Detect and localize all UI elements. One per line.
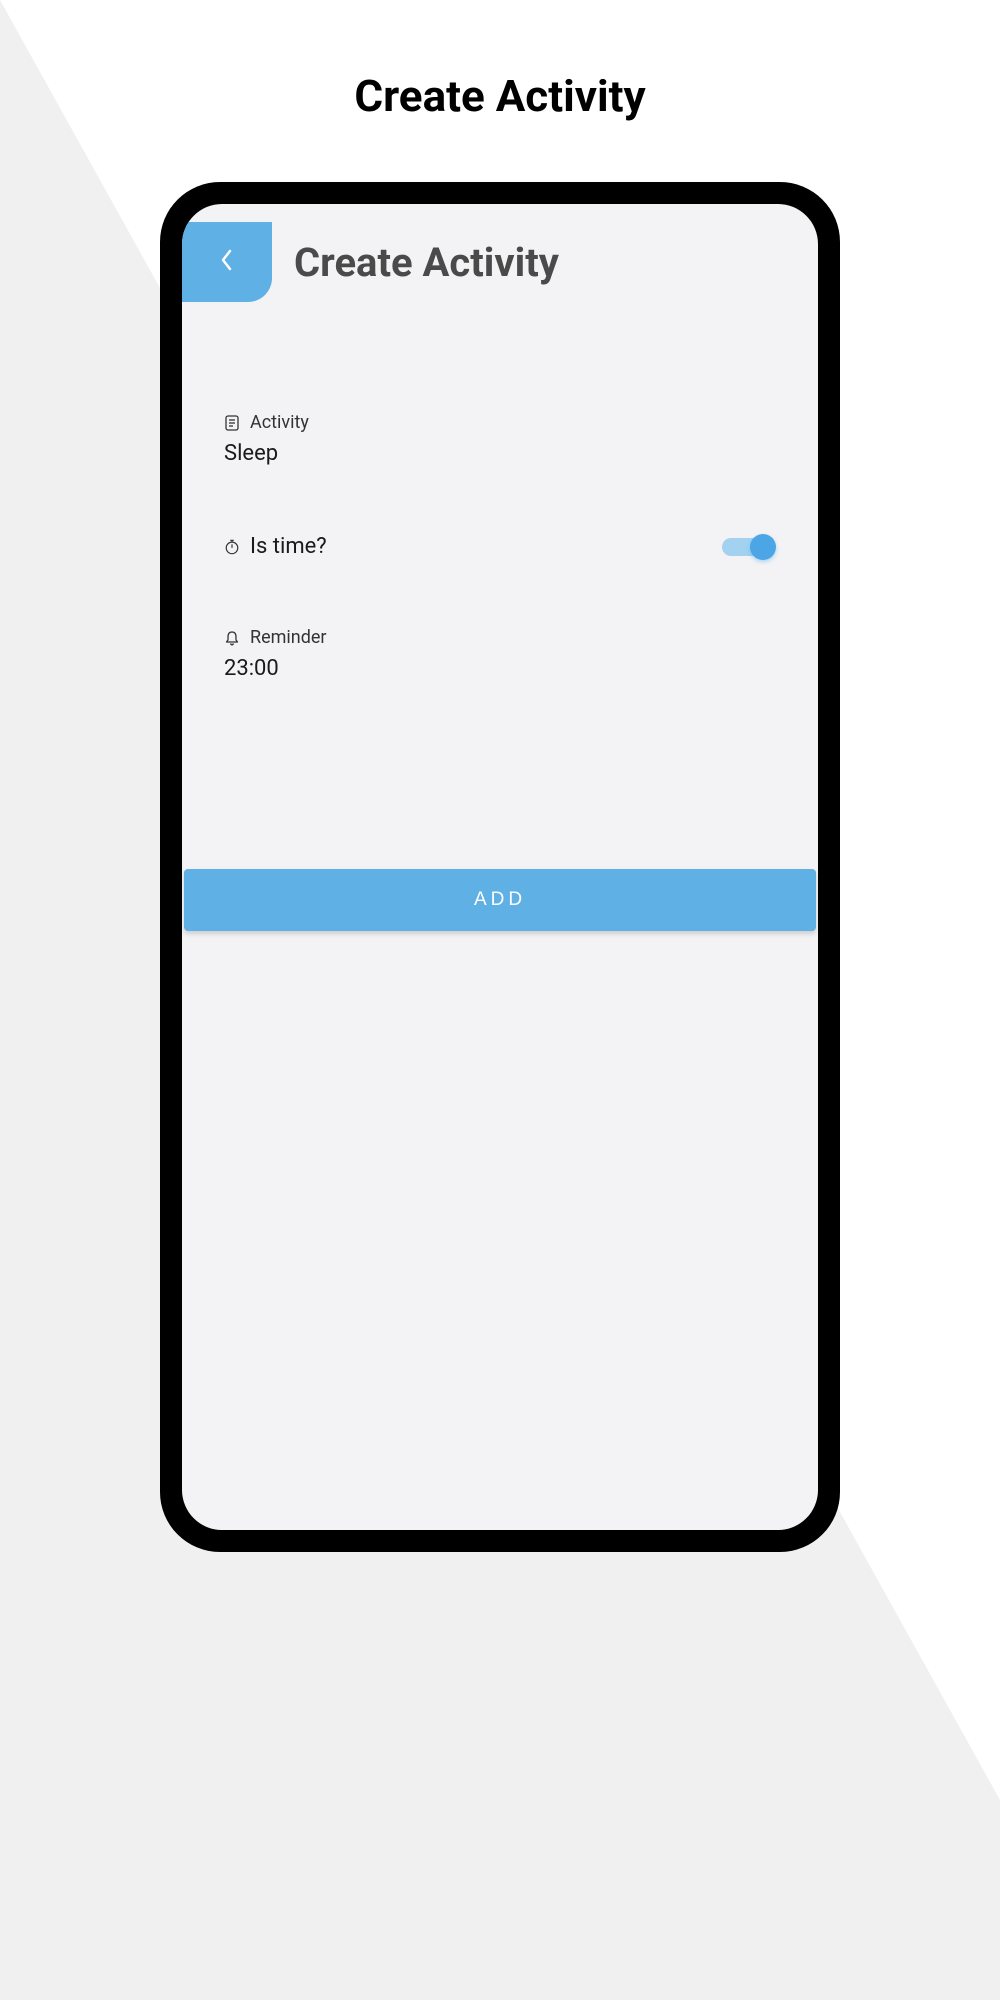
page-outer-title: Create Activity — [0, 0, 1000, 122]
add-button[interactable]: ADD — [184, 869, 816, 931]
activity-value: Sleep — [224, 441, 776, 466]
is-time-label-row: Is time? — [224, 534, 327, 559]
reminder-label-row: Reminder — [224, 627, 776, 648]
is-time-label: Is time? — [250, 534, 327, 559]
is-time-row: Is time? — [224, 534, 776, 559]
phone-screen: Create Activity Activity Sl — [182, 204, 818, 1530]
chevron-left-icon — [220, 248, 234, 276]
activity-field[interactable]: Activity Sleep — [224, 412, 776, 466]
stopwatch-icon — [224, 539, 240, 555]
form-content: Activity Sleep Is time? — [182, 302, 818, 681]
app-header: Create Activity — [182, 204, 818, 302]
back-button[interactable] — [182, 222, 272, 302]
reminder-value: 23:00 — [224, 656, 776, 681]
phone-frame: Create Activity Activity Sl — [160, 182, 840, 1552]
reminder-label: Reminder — [250, 627, 327, 648]
activity-label-row: Activity — [224, 412, 776, 433]
bell-icon — [224, 630, 240, 646]
is-time-toggle[interactable] — [722, 536, 776, 558]
notes-icon — [224, 415, 240, 431]
app-title: Create Activity — [294, 239, 559, 286]
reminder-field[interactable]: Reminder 23:00 — [224, 627, 776, 681]
switch-thumb — [750, 534, 776, 560]
activity-label: Activity — [250, 412, 309, 433]
